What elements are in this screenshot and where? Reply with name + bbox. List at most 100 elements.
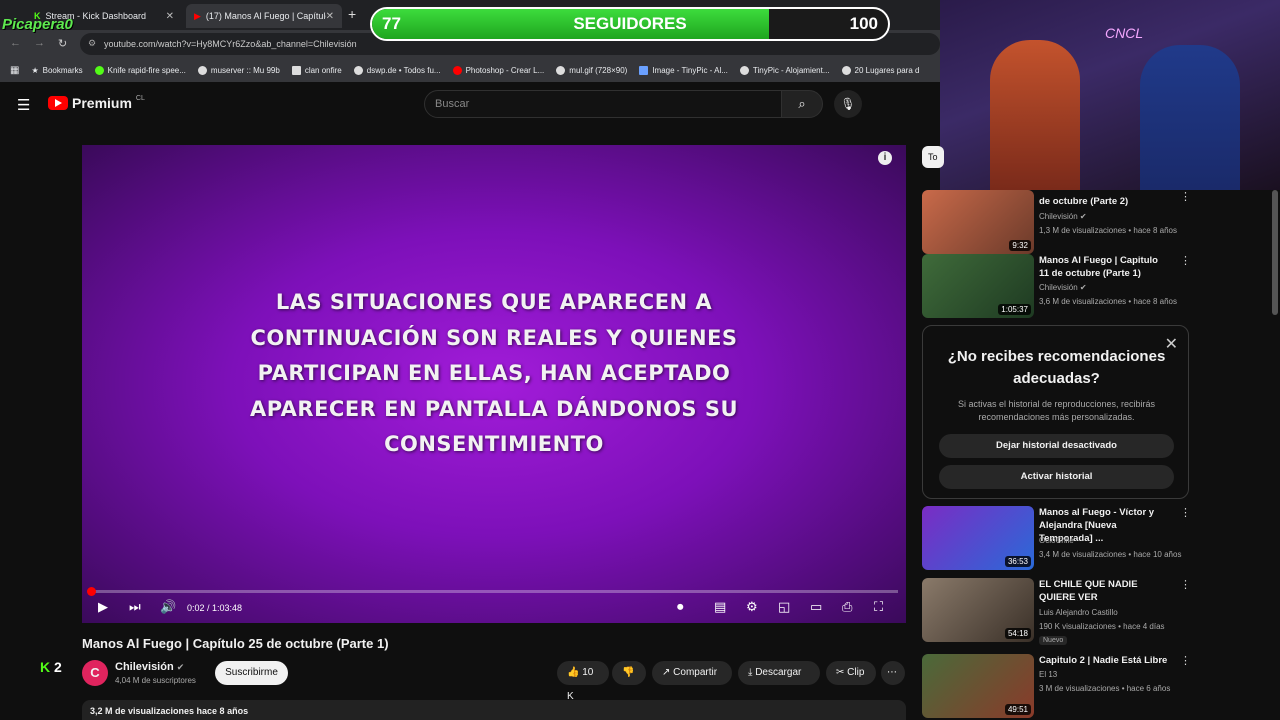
- new-badge: Nuevo: [1039, 636, 1068, 645]
- bookmark-item[interactable]: ★ Bookmarks: [31, 66, 82, 75]
- bookmark-item[interactable]: mul.gif (728×90): [556, 65, 627, 75]
- more-icon[interactable]: ⋮: [1180, 654, 1191, 667]
- time-display: 0:02 / 1:03:48: [187, 603, 243, 613]
- voice-search-button[interactable]: 🎙: [834, 90, 862, 118]
- history-recommendation-prompt: ✕ ¿No recibes recomendaciones adecuadas?…: [922, 325, 1189, 499]
- scissors-icon: ✂: [836, 667, 845, 678]
- share-icon: ↗: [662, 667, 671, 678]
- filter-chip[interactable]: To: [922, 146, 944, 168]
- globe-icon: [556, 65, 566, 75]
- thumbs-up-icon: 👍: [567, 667, 580, 678]
- bookmark-item[interactable]: muserver :: Mu 99b: [197, 65, 280, 75]
- bookmark-item[interactable]: Photoshop - Crear L...: [452, 65, 544, 75]
- bookmark-item[interactable]: Knife rapid-fire spee...: [94, 65, 186, 75]
- clip-button[interactable]: ✂ Clip: [826, 661, 876, 685]
- video-title: Manos Al Fuego | Capítulo 25 de octubre …: [82, 636, 389, 651]
- settings-gear-icon[interactable]: ⚙: [746, 599, 758, 615]
- channel-name: Chilevisión ✔: [1039, 283, 1087, 292]
- video-thumbnail[interactable]: 9:32: [922, 190, 1034, 254]
- channel-avatar[interactable]: C: [82, 660, 108, 686]
- verified-icon: ✔: [1079, 283, 1087, 292]
- description-box[interactable]: 3,2 M de visualizaciones hace 8 años: [82, 700, 906, 720]
- search-button[interactable]: ⌕: [781, 90, 823, 118]
- miniplayer-icon[interactable]: ◱: [778, 599, 790, 615]
- like-button[interactable]: 👍 10 K: [557, 661, 609, 702]
- kick-icon: K: [40, 659, 51, 675]
- forward-icon[interactable]: →: [34, 37, 45, 49]
- video-thumbnail[interactable]: 49:51: [922, 654, 1034, 718]
- subscribe-button[interactable]: Suscribirme: [215, 661, 288, 685]
- site-info-icon[interactable]: ⚙: [88, 38, 96, 49]
- image-icon: [639, 65, 649, 75]
- video-player[interactable]: i LAS SITUACIONES QUE APARECEN A CONTINUA…: [82, 145, 906, 623]
- recommendation-item[interactable]: 54:18 EL CHILE QUE NADIE QUIERE VER Luis…: [922, 578, 1191, 645]
- keep-history-off-button[interactable]: Dejar historial desactivado: [939, 434, 1174, 458]
- theater-mode-icon[interactable]: ▭: [810, 599, 822, 615]
- subscriber-count: 4,04 M de suscriptores: [115, 676, 196, 685]
- autoplay-toggle-icon[interactable]: ⏺: [677, 599, 684, 615]
- globe-icon: [353, 65, 363, 75]
- youtube-play-icon: [48, 96, 68, 110]
- recommendation-item[interactable]: 9:32 de octubre (Parte 2) Chilevisión ✔ …: [922, 190, 1191, 256]
- more-icon[interactable]: ⋮: [1180, 578, 1191, 591]
- more-icon[interactable]: ⋮: [1180, 254, 1191, 267]
- recommendation-item[interactable]: 1:05:37 Manos Al Fuego | Capitulo 11 de …: [922, 254, 1191, 320]
- info-icon[interactable]: i: [878, 151, 892, 165]
- menu-icon[interactable]: ☰: [17, 96, 30, 114]
- star-icon: ★: [31, 65, 39, 75]
- more-icon[interactable]: ⋮: [1180, 190, 1191, 203]
- dislike-button[interactable]: 👎: [612, 661, 646, 685]
- enable-history-button[interactable]: Activar historial: [939, 465, 1174, 489]
- subtitles-icon[interactable]: ▤: [714, 599, 726, 615]
- bookmark-item[interactable]: dswp.de • Todos fu...: [353, 65, 441, 75]
- video-disclaimer-text: LAS SITUACIONES QUE APARECEN A CONTINUACI…: [249, 290, 739, 456]
- channel-name: Chilevisión ✔: [1039, 212, 1087, 221]
- more-actions-button[interactable]: ⋯: [881, 661, 905, 685]
- youtube-logo[interactable]: Premium CL: [48, 95, 145, 111]
- seek-bar[interactable]: [87, 587, 898, 596]
- bookmark-item[interactable]: 20 Lugares para d: [841, 65, 919, 75]
- channel-name[interactable]: Chilevisión ✔: [115, 661, 184, 673]
- reload-icon[interactable]: ↻: [58, 37, 67, 50]
- download-button[interactable]: ⤓ Descargar: [738, 661, 820, 685]
- seek-handle[interactable]: [87, 587, 96, 596]
- video-thumbnail[interactable]: 36:53: [922, 506, 1034, 570]
- fullscreen-icon[interactable]: ⛶: [874, 599, 883, 615]
- globe-icon: [739, 65, 749, 75]
- next-icon[interactable]: ⏭: [129, 599, 141, 615]
- streamer-left: [990, 40, 1080, 190]
- bookmark-item[interactable]: clan onfire: [291, 65, 342, 75]
- video-thumbnail[interactable]: 1:05:37: [922, 254, 1034, 318]
- back-icon[interactable]: ←: [10, 37, 21, 49]
- tab-youtube-video[interactable]: ▶ (17) Manos Al Fuego | Capítulo ✕: [186, 4, 342, 28]
- webcam-overlay: CNCL: [940, 0, 1280, 190]
- apps-icon[interactable]: ▦: [10, 65, 19, 76]
- stream-logo: Picapera0: [2, 16, 73, 33]
- verified-icon: ✔: [176, 662, 185, 672]
- close-tab-icon[interactable]: ✕: [166, 11, 174, 22]
- close-tab-icon[interactable]: ✕: [326, 11, 334, 22]
- recommendation-item[interactable]: 49:51 Capitulo 2 | Nadie Está Libre El 1…: [922, 654, 1191, 720]
- download-icon: ⤓: [748, 667, 753, 678]
- bookmark-item[interactable]: TinyPic - Alojamient...: [739, 65, 830, 75]
- search-icon: ⌕: [798, 96, 806, 111]
- new-tab-icon[interactable]: +: [348, 6, 356, 22]
- sidebar-scrollbar[interactable]: [1272, 190, 1278, 315]
- followers-label: SEGUIDORES: [573, 14, 687, 33]
- recommendation-item[interactable]: 36:53 Manos al Fuego - Víctor y Alejandr…: [922, 506, 1191, 572]
- video-thumbnail[interactable]: 54:18: [922, 578, 1034, 642]
- volume-icon[interactable]: 🔊: [160, 599, 176, 615]
- globe-icon: [197, 65, 207, 75]
- search-input[interactable]: Buscar: [424, 90, 782, 118]
- play-icon[interactable]: ▶: [98, 599, 108, 615]
- cast-icon[interactable]: ⎙: [842, 599, 852, 615]
- more-icon[interactable]: ⋮: [1180, 506, 1191, 519]
- page-icon: [291, 65, 301, 75]
- bookmark-item[interactable]: Image - TinyPic - Al...: [639, 65, 728, 75]
- streamer-right: [1140, 45, 1240, 190]
- youtube-icon: [452, 65, 462, 75]
- neon-sign: CNCL: [1105, 25, 1144, 41]
- more-icon: ⋯: [887, 667, 897, 678]
- share-button[interactable]: ↗ Compartir: [652, 661, 732, 685]
- kick-viewer-count: K 2: [40, 659, 62, 675]
